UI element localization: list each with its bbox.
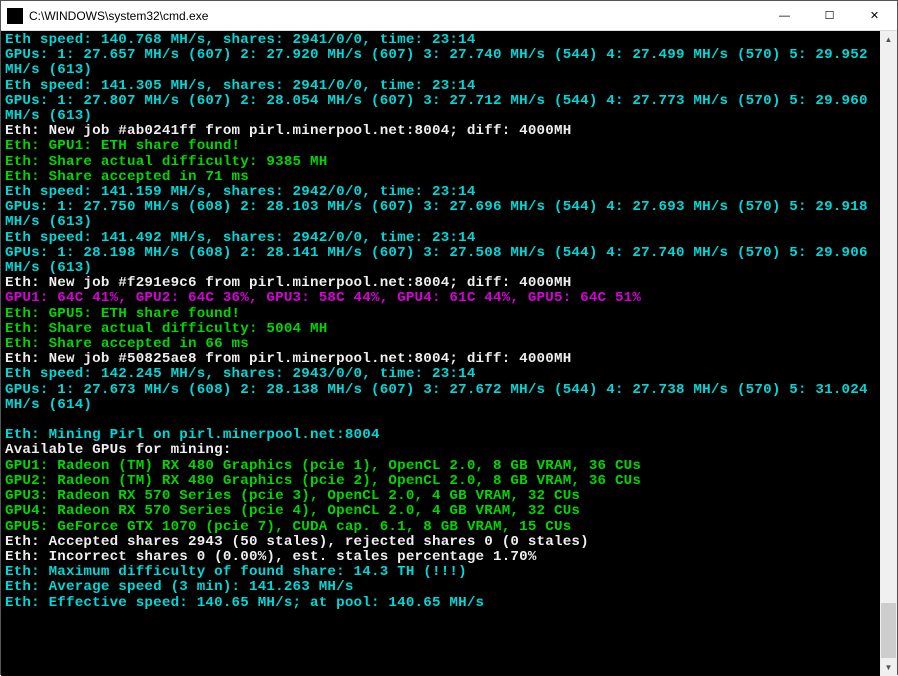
window-title: C:\WINDOWS\system32\cmd.exe xyxy=(29,9,762,23)
console-line: GPU5: GeForce GTX 1070 (pcie 7), CUDA ca… xyxy=(5,519,571,535)
console-line: Eth: New job #50825ae8 from pirl.minerpo… xyxy=(5,351,571,367)
console-line: Eth: Average speed (3 min): 141.263 MH/s xyxy=(5,579,354,595)
console-line: GPU3: Radeon RX 570 Series (pcie 3), Ope… xyxy=(5,488,580,504)
console-line: Eth: Mining Pirl on pirl.minerpool.net:8… xyxy=(5,427,380,443)
console-output[interactable]: Eth speed: 140.768 MH/s, shares: 2941/0/… xyxy=(1,31,881,676)
scrollbar[interactable]: ▲ ▼ xyxy=(880,31,897,676)
console-line: Eth speed: 140.768 MH/s, shares: 2941/0/… xyxy=(5,32,476,48)
console-line: GPU1: Radeon (TM) RX 480 Graphics (pcie … xyxy=(5,458,641,474)
close-button[interactable]: ✕ xyxy=(852,1,897,30)
console-line: GPUs: 1: 27.657 MH/s (607) 2: 27.920 MH/… xyxy=(5,47,876,78)
scroll-down-icon[interactable]: ▼ xyxy=(880,659,897,676)
console-line: GPU4: Radeon RX 570 Series (pcie 4), Ope… xyxy=(5,503,580,519)
console-line: Available GPUs for mining: xyxy=(5,442,232,458)
console-line: Eth: GPU1: ETH share found! xyxy=(5,138,240,154)
console-line: Eth: Share accepted in 66 ms xyxy=(5,336,249,352)
console-line: Eth: GPU5: ETH share found! xyxy=(5,306,240,322)
scroll-thumb[interactable] xyxy=(881,603,896,658)
console-line: GPUs: 1: 28.198 MH/s (608) 2: 28.141 MH/… xyxy=(5,245,876,276)
console-line: Eth speed: 142.245 MH/s, shares: 2943/0/… xyxy=(5,366,476,382)
cmd-icon xyxy=(7,8,23,24)
console-line: Eth: New job #ab0241ff from pirl.minerpo… xyxy=(5,123,571,139)
console-line xyxy=(5,412,14,428)
scroll-track[interactable] xyxy=(880,48,897,659)
console-line: Eth: Accepted shares 2943 (50 stales), r… xyxy=(5,534,589,550)
scroll-up-icon[interactable]: ▲ xyxy=(880,31,897,48)
console-line: GPUs: 1: 27.673 MH/s (608) 2: 28.138 MH/… xyxy=(5,382,876,413)
minimize-button[interactable]: — xyxy=(762,1,807,30)
console-wrap: Eth speed: 140.768 MH/s, shares: 2941/0/… xyxy=(1,31,897,676)
console-line: Eth: Maximum difficulty of found share: … xyxy=(5,564,467,580)
console-line: GPUs: 1: 27.750 MH/s (608) 2: 28.103 MH/… xyxy=(5,199,876,230)
console-line: Eth speed: 141.305 MH/s, shares: 2941/0/… xyxy=(5,78,476,94)
titlebar[interactable]: C:\WINDOWS\system32\cmd.exe — ☐ ✕ xyxy=(1,1,897,31)
console-line: Eth: Share actual difficulty: 5004 MH xyxy=(5,321,327,337)
console-line: GPU2: Radeon (TM) RX 480 Graphics (pcie … xyxy=(5,473,641,489)
console-line: Eth speed: 141.492 MH/s, shares: 2942/0/… xyxy=(5,230,476,246)
console-line: Eth speed: 141.159 MH/s, shares: 2942/0/… xyxy=(5,184,476,200)
console-line: Eth: Share accepted in 71 ms xyxy=(5,169,249,185)
console-line: Eth: New job #f291e9c6 from pirl.minerpo… xyxy=(5,275,571,291)
console-line: Eth: Incorrect shares 0 (0.00%), est. st… xyxy=(5,549,537,565)
console-line: GPUs: 1: 27.807 MH/s (607) 2: 28.054 MH/… xyxy=(5,93,876,124)
console-line: Eth: Share actual difficulty: 9385 MH xyxy=(5,154,327,170)
console-line: Eth: Effective speed: 140.65 MH/s; at po… xyxy=(5,595,484,611)
maximize-button[interactable]: ☐ xyxy=(807,1,852,30)
console-line: GPU1: 64C 41%, GPU2: 64C 36%, GPU3: 58C … xyxy=(5,290,641,306)
